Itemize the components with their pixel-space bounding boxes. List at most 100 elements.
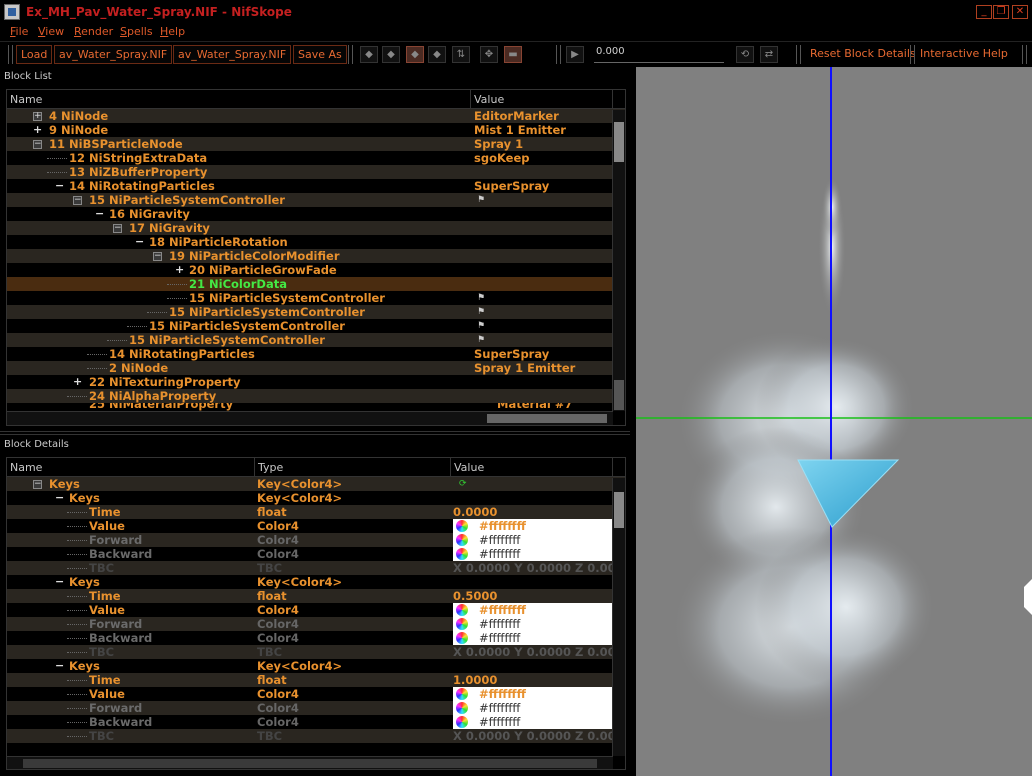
splitter[interactable] (0, 431, 630, 435)
toolbar-grip[interactable] (556, 45, 561, 64)
switch-icon[interactable]: ⇄ (760, 46, 778, 63)
tree-row[interactable]: + 22 NiTexturingProperty (7, 375, 625, 389)
tree-row[interactable]: 12 NiStringExtraData sgoKeep (7, 151, 625, 165)
toolbar-grip[interactable] (348, 45, 353, 64)
collapse-icon[interactable]: − (33, 480, 42, 489)
expand-icon[interactable]: + (33, 112, 42, 121)
detail-row[interactable]: Backward Color4 #ffffffff (7, 547, 625, 561)
tree-row[interactable]: − 14 NiRotatingParticles SuperSpray (7, 179, 625, 193)
block-list-hscroll[interactable] (7, 411, 613, 425)
block-details-vscroll[interactable] (612, 478, 625, 756)
tree-row[interactable]: 15 NiParticleSystemController ⚑ (7, 305, 625, 319)
menu-file[interactable]: File (10, 25, 28, 38)
reset-block-details-button[interactable]: Reset Block Details (804, 45, 922, 64)
tree-row[interactable]: 24 NiAlphaProperty (7, 389, 625, 403)
detail-row[interactable]: − Keys Key<Color4> (7, 491, 625, 505)
expand-icon[interactable]: + (33, 123, 42, 137)
menu-help[interactable]: Help (160, 25, 185, 38)
collapse-icon[interactable]: − (55, 491, 64, 505)
restore-button[interactable]: ❐ (993, 5, 1009, 19)
collapse-icon[interactable]: − (33, 140, 42, 149)
play-icon[interactable]: ▶ (566, 46, 584, 63)
flip-view-icon[interactable]: ⇅ (452, 46, 470, 63)
save-file-field[interactable]: av_Water_Spray.NIF (173, 45, 292, 64)
detail-row[interactable]: Value Color4 #ffffffff (7, 603, 625, 617)
perspective-icon[interactable]: ▬ (504, 46, 522, 63)
collapse-icon[interactable]: − (95, 207, 104, 221)
scroll-thumb[interactable] (487, 414, 607, 423)
color-value-cell[interactable]: #ffffffff (453, 687, 613, 701)
tree-row[interactable]: 15 NiParticleSystemController ⚑ (7, 333, 625, 347)
detail-row[interactable]: − Keys Key<Color4> ⟳ (7, 477, 625, 491)
menu-spells[interactable]: Spells (120, 25, 153, 38)
tree-row[interactable]: 2 NiNode Spray 1 Emitter (7, 361, 625, 375)
refresh-icon[interactable]: ⟳ (459, 479, 469, 489)
column-type[interactable]: Type (255, 458, 451, 477)
loop-icon[interactable]: ⟲ (736, 46, 754, 63)
close-button[interactable]: ✕ (1012, 5, 1028, 19)
scroll-thumb[interactable] (614, 492, 624, 528)
detail-row[interactable]: − Keys Key<Color4> (7, 575, 625, 589)
scroll-thumb[interactable] (614, 122, 624, 162)
detail-row[interactable]: Value Color4 #ffffffff (7, 687, 625, 701)
detail-row[interactable]: TBC TBC X 0.0000 Y 0.0000 Z 0.00 (7, 729, 625, 743)
tree-row[interactable]: 15 NiParticleSystemController ⚑ (7, 319, 625, 333)
block-details-tree[interactable]: Name Type Value − Keys Key<Color4> ⟳ − K… (6, 457, 626, 770)
color-value-cell[interactable]: #ffffffff (453, 617, 613, 631)
save-as-button[interactable]: Save As (293, 45, 347, 64)
column-value[interactable]: Value (451, 458, 613, 477)
view-top-icon[interactable]: ◆ (360, 46, 378, 63)
detail-row[interactable]: Time float 0.0000 (7, 505, 625, 519)
tree-row[interactable]: − 18 NiParticleRotation (7, 235, 625, 249)
collapse-icon[interactable]: − (153, 252, 162, 261)
tree-row[interactable]: − 16 NiGravity (7, 207, 625, 221)
tree-row[interactable]: + 9 NiNode Mist 1 Emitter (7, 123, 625, 137)
tree-row-selected[interactable]: 21 NiColorData (7, 277, 625, 291)
collapse-icon[interactable]: − (55, 575, 64, 589)
column-name[interactable]: Name (7, 90, 471, 109)
time-field[interactable]: 0.000 (594, 46, 724, 63)
load-file-field[interactable]: av_Water_Spray.NIF (54, 45, 173, 64)
detail-row[interactable]: Forward Color4 #ffffffff (7, 617, 625, 631)
expand-icon[interactable]: + (73, 375, 82, 389)
tree-row[interactable]: 25 NiMaterialProperty Material #7 (7, 403, 625, 411)
detail-row[interactable]: TBC TBC X 0.0000 Y 0.0000 Z 0.00 (7, 561, 625, 575)
column-value[interactable]: Value (471, 90, 613, 109)
scene-canvas[interactable] (636, 67, 1032, 776)
tree-row[interactable]: 13 NiZBufferProperty (7, 165, 625, 179)
detail-row[interactable]: Time float 1.0000 (7, 673, 625, 687)
walk-mode-icon[interactable]: ✥ (480, 46, 498, 63)
scroll-thumb[interactable] (23, 759, 597, 768)
tree-row[interactable]: − 11 NiBSParticleNode Spray 1 (7, 137, 625, 151)
toolbar-grip[interactable] (8, 45, 13, 64)
tree-row[interactable]: − 17 NiGravity (7, 221, 625, 235)
collapse-icon[interactable]: − (135, 235, 144, 249)
detail-row[interactable]: − Keys Key<Color4> (7, 659, 625, 673)
tree-row[interactable]: + 20 NiParticleGrowFade (7, 263, 625, 277)
collapse-icon[interactable]: − (55, 659, 64, 673)
expand-icon[interactable]: + (175, 263, 184, 277)
scroll-thumb-lower[interactable] (614, 380, 624, 410)
color-value-cell[interactable]: #ffffffff (453, 533, 613, 547)
render-viewport[interactable] (636, 67, 1032, 776)
detail-row[interactable]: Value Color4 #ffffffff (7, 519, 625, 533)
collapse-icon[interactable]: − (73, 196, 82, 205)
view-front-icon[interactable]: ◆ (382, 46, 400, 63)
minimize-button[interactable]: _ (976, 5, 992, 19)
detail-row[interactable]: Forward Color4 #ffffffff (7, 533, 625, 547)
menu-render[interactable]: Render (74, 25, 113, 38)
view-side-icon[interactable]: ◆ (406, 46, 424, 63)
block-details-hscroll[interactable] (7, 756, 613, 769)
view-user-icon[interactable]: ◆ (428, 46, 446, 63)
menu-view[interactable]: View (38, 25, 64, 38)
color-value-cell[interactable]: #ffffffff (453, 519, 613, 533)
color-value-cell[interactable]: #ffffffff (453, 701, 613, 715)
column-name[interactable]: Name (7, 458, 255, 477)
detail-row[interactable]: Backward Color4 #ffffffff (7, 631, 625, 645)
load-button[interactable]: Load (16, 45, 53, 64)
color-value-cell[interactable]: #ffffffff (453, 547, 613, 561)
block-list-vscroll[interactable] (612, 110, 625, 411)
collapse-icon[interactable]: − (55, 179, 64, 193)
block-list-tree[interactable]: Name Value + 4 NiNode EditorMarker + 9 N… (6, 89, 626, 426)
tree-row[interactable]: − 19 NiParticleColorModifier (7, 249, 625, 263)
